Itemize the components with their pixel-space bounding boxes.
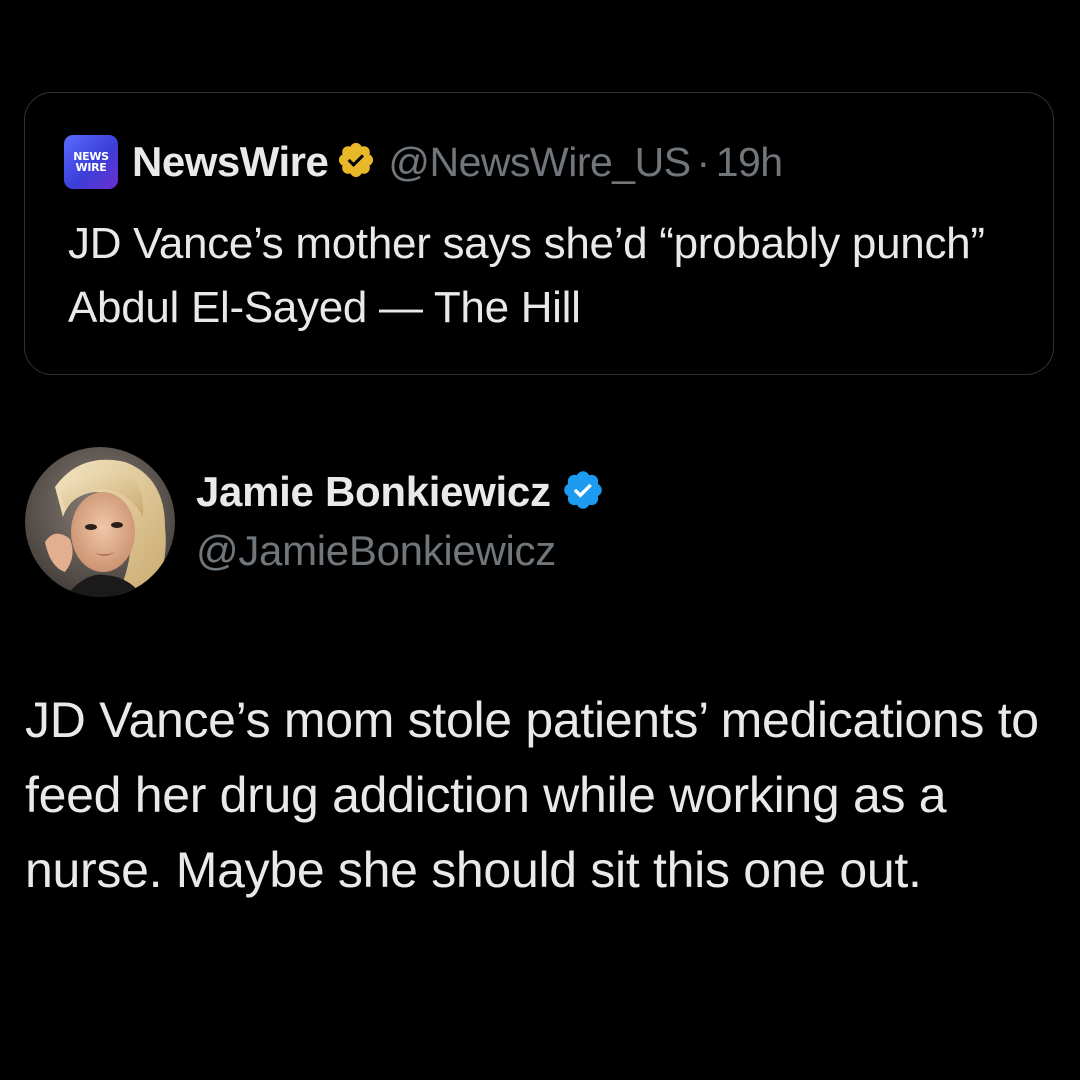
quoted-tweet-text: JD Vance’s mother says she’d “probably p… [68, 219, 985, 332]
profile-photo-icon [25, 447, 175, 597]
newswire-logo-icon[interactable]: NEWS WIRE [64, 135, 118, 189]
quoted-handle[interactable]: @NewsWire_US [388, 139, 691, 186]
verified-gold-badge-icon [336, 140, 376, 185]
tweet-text: JD Vance’s mom stole patients’ medicatio… [25, 692, 1039, 898]
quoted-display-name[interactable]: NewsWire [132, 138, 329, 186]
avatar[interactable] [25, 447, 175, 597]
logo-text-wire: WIRE [75, 161, 107, 174]
author-name-row: Jamie Bonkiewicz [196, 464, 605, 520]
verified-blue-badge-icon [561, 468, 605, 517]
quoted-tweet-header: NEWS WIRE NewsWire @NewsWire_US · 19h [44, 134, 783, 190]
author-display-name[interactable]: Jamie Bonkiewicz [196, 468, 551, 516]
author-handle[interactable]: @JamieBonkiewicz [196, 527, 556, 575]
meta-separator: · [696, 138, 711, 185]
quoted-timestamp[interactable]: 19h [716, 139, 783, 186]
